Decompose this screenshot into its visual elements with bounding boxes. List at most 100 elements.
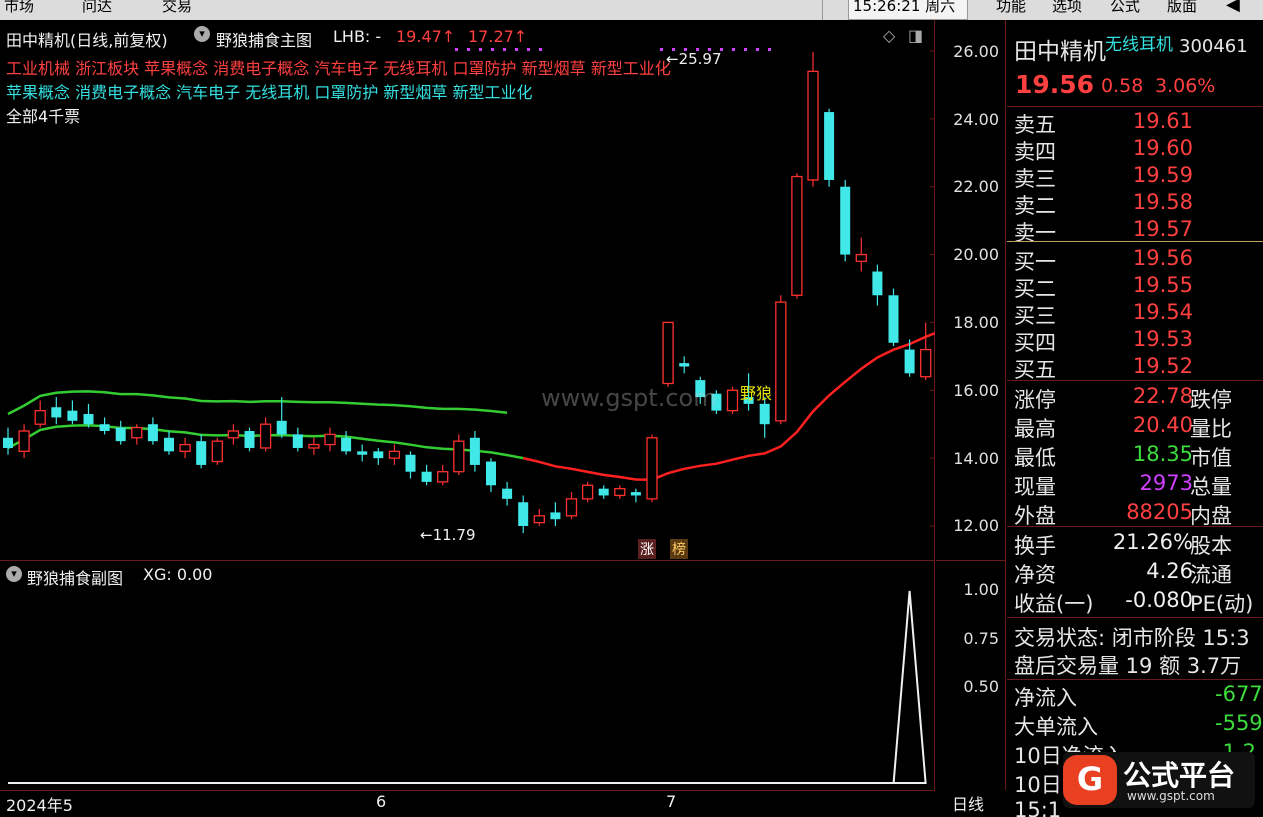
lhb-dot	[660, 48, 663, 51]
row-label-right: 总量	[1190, 475, 1232, 499]
sub-indicator-chart[interactable]	[0, 561, 935, 790]
candle-body-down	[872, 271, 883, 296]
flow-label: 净流入	[1014, 686, 1077, 710]
candle-body-down	[115, 427, 126, 442]
row-value: 19.56	[1132, 246, 1193, 270]
candle-body-down	[373, 451, 384, 459]
row-label: 卖一	[1014, 221, 1056, 245]
candle-body-up	[18, 430, 30, 453]
lhb-dot	[744, 48, 747, 51]
row-label: 换手	[1014, 534, 1056, 558]
price-tick: 12.00	[953, 516, 999, 535]
candle-body-down	[840, 186, 851, 255]
lhb-value-2: 17.27↑	[468, 27, 528, 46]
signal-label: 野狼	[740, 384, 773, 403]
menu-trade[interactable]: 交易	[162, 0, 192, 16]
watermark: www.gspt.com	[541, 384, 717, 412]
candle-body-down	[3, 437, 13, 448]
price-tick: 26.00	[953, 42, 999, 61]
candle-body-up	[726, 389, 739, 412]
menu-function[interactable]: 功能	[996, 0, 1026, 16]
indicator-name: 野狼捕食主图	[216, 31, 313, 50]
flow-label: 大单流入	[1014, 715, 1098, 739]
candle-body-down	[469, 437, 480, 465]
settings-circle-icon[interactable]: ▾	[194, 26, 210, 42]
candle-body-down	[405, 454, 416, 472]
xg-label: XG: 0.00	[143, 565, 213, 584]
stat-row: 净资 4.26 流通	[1007, 559, 1263, 587]
sub-tick: 0.50	[963, 677, 999, 696]
candle-body-down	[164, 437, 174, 452]
stock-header: 田中精机 无线耳机 300461	[1007, 32, 1263, 65]
row-value: 19.61	[1132, 109, 1193, 133]
row-label: 最高	[1014, 417, 1056, 441]
row-label: 卖二	[1014, 194, 1056, 218]
candle-body-down	[518, 502, 529, 526]
lhb-label: LHB: -	[333, 27, 382, 46]
row-label: 卖四	[1014, 140, 1056, 164]
candle-body-up	[453, 440, 465, 473]
row-value: 19.52	[1132, 354, 1193, 378]
ask-row: 卖二 19.58	[1007, 190, 1263, 218]
candle-body-up	[131, 426, 143, 439]
candle-body-up	[807, 70, 819, 181]
candle-body-up	[308, 443, 320, 449]
sub-settings-icon[interactable]: ▾	[6, 566, 22, 582]
quote-panel: 田中精机 无线耳机 300461 19.56 0.58 3.06% 卖五 19.6…	[1007, 20, 1263, 817]
diamond-icon[interactable]: ◇	[883, 26, 895, 45]
chart-area[interactable]: 田中精机(日线,前复权) ▾ 野狼捕食主图 LHB: - 19.47↑ 17.2…	[0, 20, 935, 790]
high-marker: ←25.97	[666, 50, 722, 68]
candle-body-up	[614, 488, 626, 497]
row-value: 19.57	[1132, 217, 1193, 241]
row-label: 净资	[1014, 563, 1056, 587]
price-tick: 20.00	[953, 245, 999, 264]
lhb-dot	[732, 48, 735, 51]
menu-formula[interactable]: 公式	[1110, 0, 1140, 16]
lhb-dot	[467, 48, 470, 51]
row-value: 19.53	[1132, 327, 1193, 351]
row-label: 卖三	[1014, 167, 1056, 191]
lhb-dot	[503, 48, 506, 51]
candle-body-up	[662, 321, 674, 385]
back-arrow-icon[interactable]: ◀	[1226, 0, 1240, 15]
badge-zhang[interactable]: 涨	[638, 539, 656, 559]
menu-wenda[interactable]: 问达	[82, 0, 112, 16]
ask-row: 卖四 19.60	[1007, 136, 1263, 164]
row-label-right: 量比	[1190, 417, 1232, 441]
row-value: 4.26	[1146, 559, 1193, 583]
concepts-cyan: 苹果概念 消费电子概念 汽车电子 无线耳机 口罩防护 新型烟草 新型工业化	[6, 83, 533, 102]
lhb-dot	[756, 48, 759, 51]
lhb-dot	[768, 48, 771, 51]
panel-toggle-icon[interactable]: ◨	[908, 26, 923, 45]
menu-market[interactable]: 市场	[4, 0, 34, 16]
flow-row: 大单流入 -559	[1007, 711, 1263, 739]
menu-options[interactable]: 选项	[1052, 0, 1082, 16]
price-pct: 3.06%	[1155, 75, 1216, 97]
candle-body-up	[565, 498, 578, 517]
candle-body-down	[824, 112, 835, 180]
row-value: 19.54	[1132, 300, 1193, 324]
row-label-right: 流通	[1190, 563, 1232, 587]
time-axis: 2024年5 6 7	[0, 790, 935, 817]
lhb-dot	[527, 48, 530, 51]
stat-row: 收益(一) -0.080 PE(动)	[1007, 588, 1263, 616]
candle-body-up	[775, 301, 787, 422]
candle-body-down	[67, 410, 78, 421]
sub-tick: 1.00	[963, 580, 999, 599]
price-tick: 24.00	[953, 110, 999, 129]
row-value: -0.080	[1125, 588, 1193, 612]
menu-layout[interactable]: 版面	[1167, 0, 1197, 16]
badge-bang[interactable]: 榜	[670, 539, 688, 559]
lhb-value-1: 19.47↑	[396, 27, 456, 46]
candle-body-down	[276, 420, 287, 435]
candle-body-down	[486, 461, 496, 486]
candle-body-up	[646, 437, 658, 500]
bid-row: 买一 19.56	[1007, 246, 1263, 274]
lhb-dot	[515, 48, 518, 51]
stat-row: 最高 20.40 量比	[1007, 413, 1263, 441]
candle-body-down	[421, 471, 432, 482]
period-selector[interactable]: 日线	[952, 791, 984, 815]
price-tick: 14.00	[953, 449, 999, 468]
candle-body-down	[759, 403, 770, 425]
candle-body-down	[244, 431, 255, 448]
